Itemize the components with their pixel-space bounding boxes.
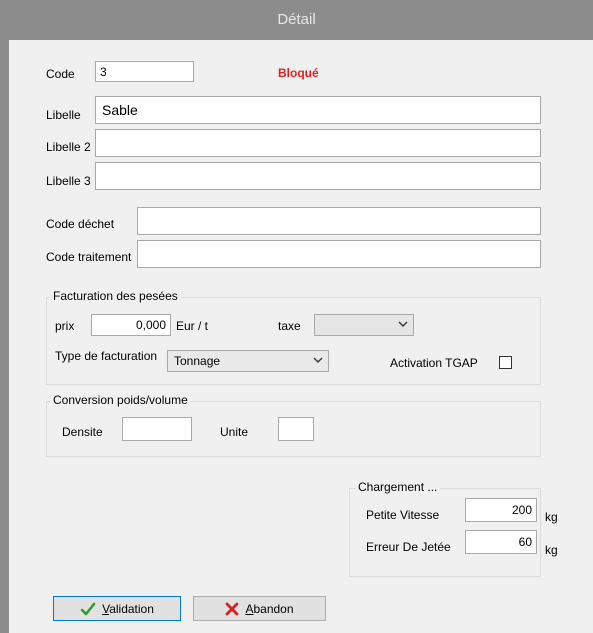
erreur-jetee-label: Erreur De Jetée — [366, 540, 451, 554]
chargement-group-title: Chargement ... — [355, 480, 441, 494]
cross-icon — [226, 602, 239, 615]
code-label: Code — [46, 67, 75, 81]
prix-label: prix — [55, 319, 75, 333]
window-left-border — [0, 40, 9, 633]
libelle2-input[interactable] — [95, 129, 541, 157]
taxe-label: taxe — [278, 319, 301, 333]
code-traitement-input[interactable] — [137, 240, 541, 268]
code-input[interactable] — [95, 61, 194, 82]
libelle-input[interactable] — [95, 96, 541, 124]
title-bar: Détail — [0, 0, 593, 40]
type-facturation-dropdown[interactable]: Tonnage — [167, 350, 329, 372]
type-facturation-value: Tonnage — [174, 354, 221, 368]
prix-unit-label: Eur / t — [176, 319, 209, 333]
window-title: Détail — [277, 11, 316, 28]
detail-window: Détail Code Bloqué Libelle Libelle 2 Lib… — [0, 0, 593, 633]
densite-input[interactable] — [122, 417, 192, 441]
code-traitement-label: Code traitement — [46, 250, 132, 264]
facturation-group-title: Facturation des pesées — [50, 289, 181, 303]
code-dechet-label: Code déchet — [46, 217, 115, 231]
libelle3-label: Libelle 3 — [46, 174, 91, 188]
checkmark-icon — [80, 602, 96, 615]
libelle2-label: Libelle 2 — [46, 140, 91, 154]
tgap-checkbox[interactable] — [499, 356, 512, 369]
abandon-button[interactable]: Abandon — [193, 596, 326, 621]
petite-vitesse-input[interactable] — [465, 498, 537, 522]
status-badge: Bloqué — [278, 66, 319, 80]
taxe-dropdown[interactable] — [314, 314, 414, 336]
libelle3-input[interactable] — [95, 162, 541, 190]
abandon-button-label: Abandon — [245, 601, 294, 616]
erreur-jetee-input[interactable] — [465, 530, 537, 554]
validation-button[interactable]: Validation — [53, 596, 181, 621]
densite-label: Densite — [62, 425, 103, 439]
form-area: Code Bloqué Libelle Libelle 2 Libelle 3 … — [9, 40, 593, 633]
prix-input[interactable] — [91, 314, 171, 336]
erreur-jetee-unit: kg — [545, 543, 558, 557]
petite-vitesse-unit: kg — [545, 510, 558, 524]
chevron-down-icon — [313, 357, 323, 363]
code-dechet-input[interactable] — [137, 207, 541, 235]
unite-label: Unite — [220, 425, 249, 439]
type-facturation-label: Type de facturation — [55, 349, 158, 363]
conversion-group-title: Conversion poids/volume — [50, 393, 191, 407]
validation-button-label: Validation — [102, 601, 154, 616]
chevron-down-icon — [398, 321, 408, 327]
petite-vitesse-label: Petite Vitesse — [366, 508, 440, 522]
tgap-label: Activation TGAP — [390, 356, 478, 370]
unite-input[interactable] — [278, 417, 314, 441]
libelle-label: Libelle — [46, 108, 81, 122]
